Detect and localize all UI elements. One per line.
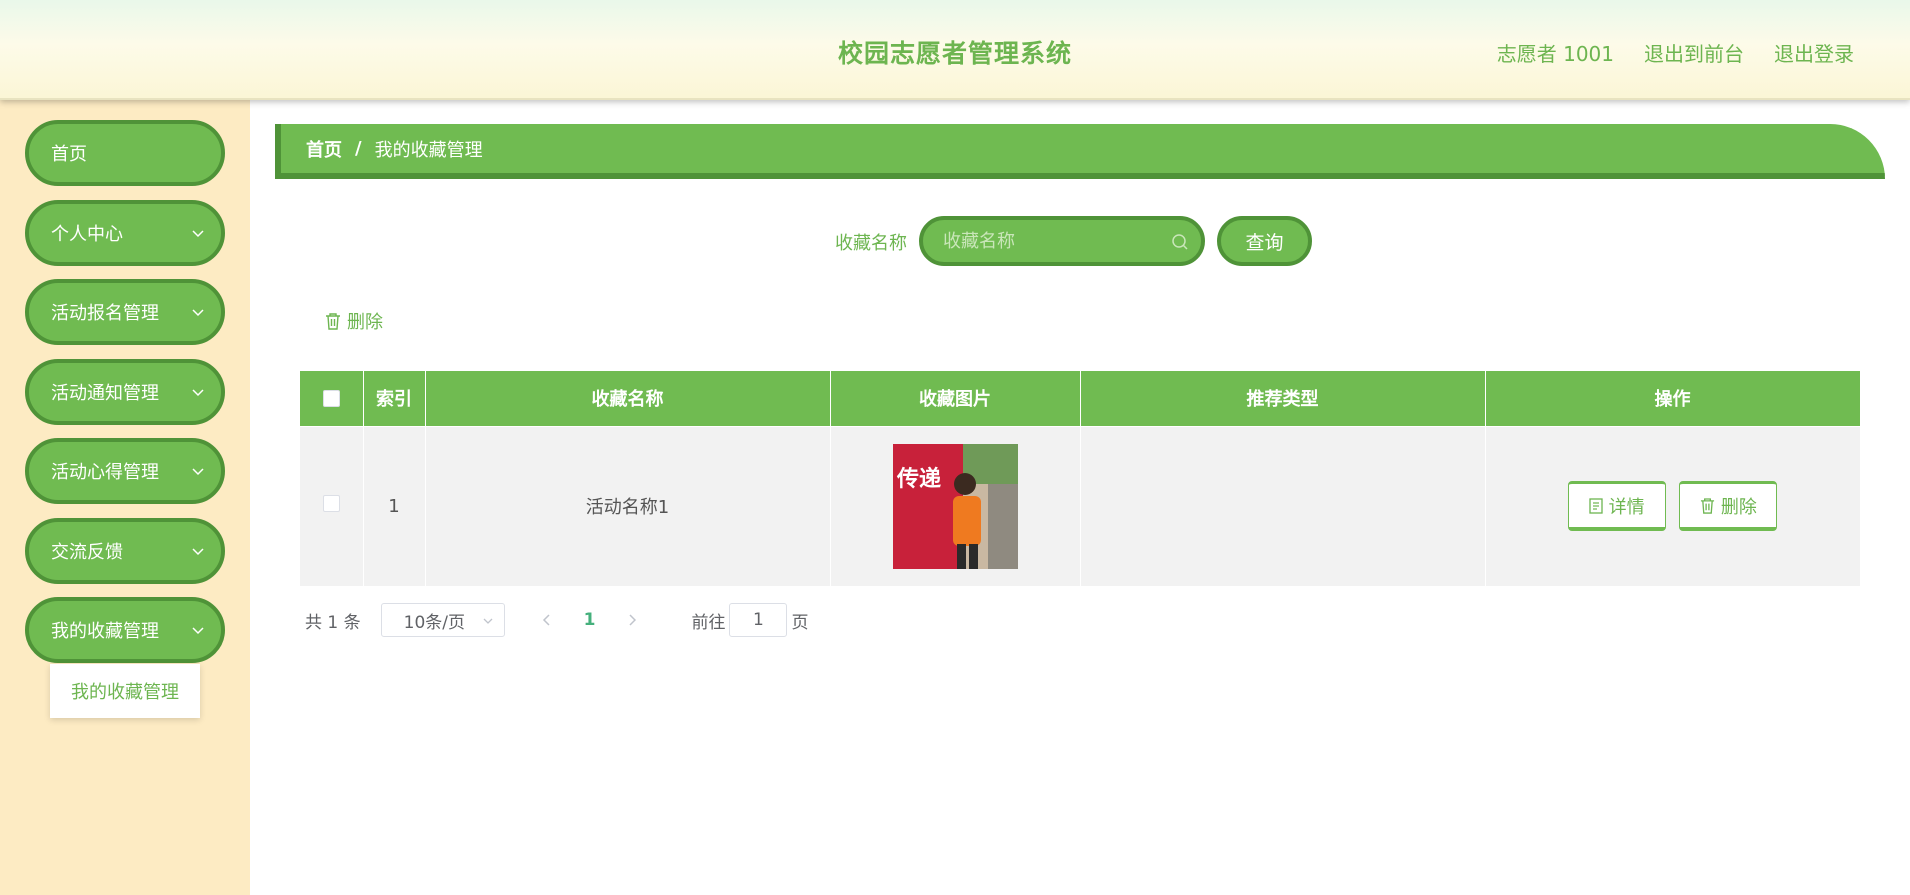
sidebar: 首页 个人中心 活动报名管理 活动通知管理 活动心得管理 交流反馈 我的收藏管理: [0, 100, 250, 895]
favorite-thumbnail-image[interactable]: 传递: [892, 443, 1018, 569]
header-links: 志愿者 1001 退出到前台 退出登录: [1497, 38, 1854, 67]
row-image-cell: 传递: [829, 425, 1081, 587]
breadcrumb-separator: /: [355, 138, 362, 159]
page-size-value: 10条/页: [403, 612, 465, 633]
chevron-down-icon: [192, 309, 204, 317]
goto-page-input[interactable]: 1: [729, 603, 788, 637]
breadcrumb-current: 我的收藏管理: [374, 139, 483, 161]
chevron-down-icon: [192, 389, 204, 397]
search-icon: [1172, 234, 1188, 250]
row-name: 活动名称1: [424, 425, 831, 587]
favorites-table: 索引 收藏名称 收藏图片 推荐类型 操作 1 活动名称1 传递 详情 删除: [300, 371, 1861, 587]
sidebar-item-home[interactable]: 首页: [25, 120, 225, 186]
sidebar-item-label: 活动通知管理: [51, 383, 159, 404]
table-header-row: 索引 收藏名称 收藏图片 推荐类型 操作: [300, 371, 1861, 427]
sidebar-item-label: 活动心得管理: [51, 462, 159, 483]
goto-label: 前往: [691, 612, 726, 633]
page-suffix-label: 页: [791, 612, 809, 633]
row-select-cell: [300, 425, 364, 587]
row-index: 1: [362, 425, 426, 587]
chevron-down-icon: [192, 548, 204, 556]
search-input[interactable]: [943, 228, 1163, 254]
batch-delete-label: 删除: [347, 312, 383, 333]
search-label: 收藏名称: [835, 233, 907, 254]
sidebar-item-label: 我的收藏管理: [51, 621, 159, 642]
detail-button-label: 详情: [1608, 496, 1645, 518]
column-header-select: [300, 371, 364, 427]
table-row: 1 活动名称1 传递 详情 删除: [300, 425, 1861, 587]
detail-button[interactable]: 详情: [1567, 481, 1666, 531]
trash-icon: [1700, 497, 1714, 514]
prev-page-icon[interactable]: [540, 613, 554, 627]
pagination: 共 1 条 10条/页 1 前往 1 页: [305, 603, 808, 637]
sidebar-item-feedback[interactable]: 交流反馈: [25, 518, 225, 584]
delete-button[interactable]: 删除: [1679, 481, 1778, 531]
sidebar-item-my-favorites[interactable]: 我的收藏管理: [25, 597, 225, 663]
current-page-number[interactable]: 1: [584, 610, 596, 630]
chevron-down-icon: [483, 618, 493, 624]
query-button[interactable]: 查询: [1217, 216, 1312, 266]
chevron-down-icon: [192, 468, 204, 476]
row-type: [1079, 425, 1486, 587]
breadcrumb: 首页 / 我的收藏管理: [275, 124, 1885, 179]
sidebar-item-personal-center[interactable]: 个人中心: [25, 200, 225, 266]
submenu-item-my-favorites[interactable]: 我的收藏管理: [50, 664, 200, 718]
page-size-select[interactable]: 10条/页: [380, 603, 505, 637]
chevron-down-icon: [192, 627, 204, 635]
pagination-total: 共 1 条: [305, 612, 361, 633]
delete-button-label: 删除: [1720, 496, 1757, 518]
column-header-index: 索引: [362, 371, 426, 427]
row-checkbox[interactable]: [322, 495, 340, 512]
column-header-actions: 操作: [1484, 371, 1861, 427]
thumbnail-text: 传递: [896, 466, 941, 492]
sidebar-item-label: 活动报名管理: [51, 303, 159, 324]
exit-to-front-link[interactable]: 退出到前台: [1644, 38, 1744, 67]
breadcrumb-home[interactable]: 首页: [306, 136, 342, 162]
sidebar-item-activity-notice[interactable]: 活动通知管理: [25, 359, 225, 425]
column-header-name: 收藏名称: [424, 371, 831, 427]
chevron-down-icon: [192, 230, 204, 238]
column-header-image: 收藏图片: [829, 371, 1081, 427]
trash-icon: [326, 312, 340, 330]
search-field: [919, 216, 1205, 266]
sidebar-item-label: 交流反馈: [51, 542, 123, 563]
document-icon: [1588, 497, 1603, 514]
sidebar-item-activity-signup[interactable]: 活动报名管理: [25, 279, 225, 345]
sidebar-item-activity-reflection[interactable]: 活动心得管理: [25, 438, 225, 504]
row-actions: 详情 删除: [1484, 425, 1861, 587]
sidebar-item-label: 个人中心: [51, 224, 123, 245]
select-all-checkbox[interactable]: [322, 390, 340, 408]
current-user-label: 志愿者 1001: [1496, 42, 1614, 66]
sidebar-item-label: 首页: [51, 144, 87, 165]
top-header: 校园志愿者管理系统 志愿者 1001 退出到前台 退出登录: [0, 0, 1910, 100]
column-header-type: 推荐类型: [1079, 371, 1486, 427]
batch-delete-button[interactable]: 删除: [325, 308, 383, 334]
logout-link[interactable]: 退出登录: [1774, 38, 1854, 67]
next-page-icon[interactable]: [625, 613, 639, 627]
